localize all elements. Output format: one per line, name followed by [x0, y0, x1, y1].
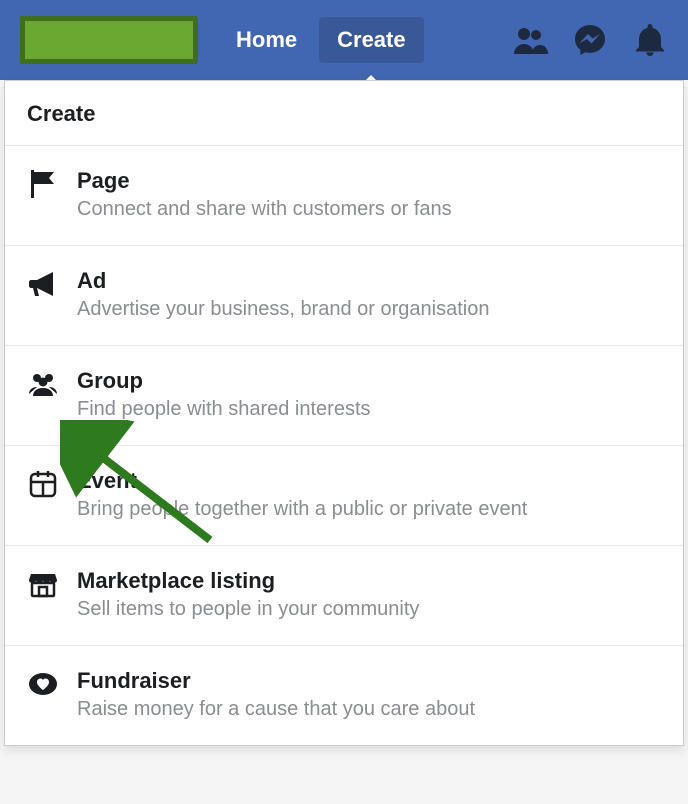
menu-item-desc: Sell items to people in your community — [77, 598, 419, 621]
menu-item-desc: Advertise your business, brand or organi… — [77, 298, 489, 321]
create-marketplace-item[interactable]: Marketplace listing Sell items to people… — [5, 546, 683, 646]
group-icon — [27, 368, 59, 400]
nav-home[interactable]: Home — [218, 17, 315, 63]
flag-icon — [27, 168, 59, 200]
storefront-icon — [27, 568, 59, 600]
friend-requests-icon[interactable] — [512, 22, 548, 58]
messenger-icon[interactable] — [572, 22, 608, 58]
create-event-item[interactable]: Event Bring people together with a publi… — [5, 446, 683, 546]
menu-item-title: Group — [77, 368, 371, 394]
menu-item-title: Marketplace listing — [77, 568, 419, 594]
menu-item-title: Event — [77, 468, 527, 494]
create-dropdown: Create Page Connect and share with custo… — [4, 80, 684, 746]
megaphone-icon — [27, 268, 59, 300]
create-fundraiser-item[interactable]: Fundraiser Raise money for a cause that … — [5, 646, 683, 745]
top-nav-bar: Home Create — [0, 0, 688, 80]
menu-item-desc: Raise money for a cause that you care ab… — [77, 698, 475, 721]
calendar-icon — [27, 468, 59, 500]
menu-item-desc: Bring people together with a public or p… — [77, 498, 527, 521]
nav-create[interactable]: Create — [319, 17, 423, 63]
create-group-item[interactable]: Group Find people with shared interests — [5, 346, 683, 446]
menu-item-desc: Connect and share with customers or fans — [77, 198, 452, 221]
create-ad-item[interactable]: Ad Advertise your business, brand or org… — [5, 246, 683, 346]
menu-item-title: Fundraiser — [77, 668, 475, 694]
create-page-item[interactable]: Page Connect and share with customers or… — [5, 146, 683, 246]
dropdown-title: Create — [5, 81, 683, 146]
menu-item-desc: Find people with shared interests — [77, 398, 371, 421]
profile-link-redacted[interactable] — [20, 16, 198, 64]
menu-item-title: Ad — [77, 268, 489, 294]
notifications-icon[interactable] — [632, 22, 668, 58]
menu-item-title: Page — [77, 168, 452, 194]
heart-coin-icon — [27, 668, 59, 700]
